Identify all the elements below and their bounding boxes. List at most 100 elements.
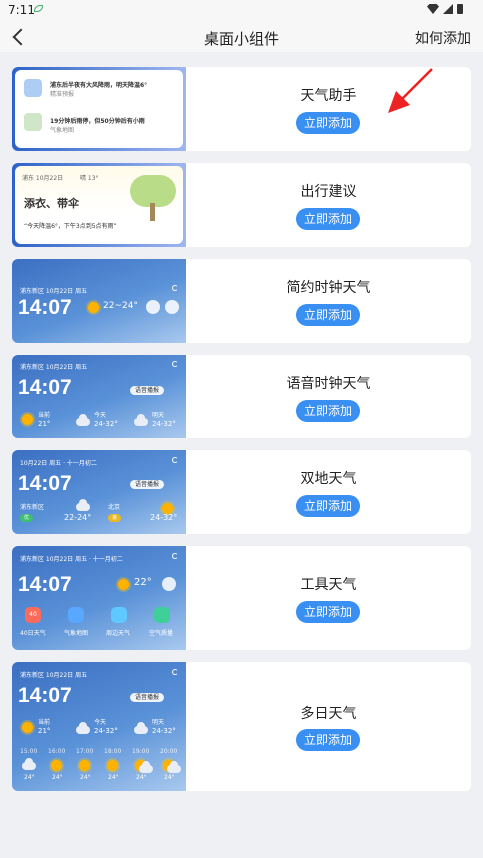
voice-broadcast-pill: 语音播报 <box>130 480 165 489</box>
preview-text: 晴 13° <box>80 175 99 182</box>
hour-temp: 24° <box>164 774 175 781</box>
wifi-icon <box>427 4 439 14</box>
widget-card-multi-day-weather: 浦东新区 10月22日 周五 14:07 语音播报 当前 21° 今天 24-3… <box>12 662 471 791</box>
preview-text: 气象地图 <box>50 127 75 134</box>
sunny-icon <box>88 302 99 313</box>
status-icons <box>427 4 463 14</box>
preview-time: 14:07 <box>18 684 72 707</box>
preview-text: 浦东新区 10月22日 周五 <box>20 672 88 679</box>
hour-temp: 24° <box>52 774 63 781</box>
day-label: 当前 <box>38 412 51 419</box>
day-temp: 24-32° <box>94 420 118 428</box>
widget-preview-dual-city: 10月22日 周五 · 十一月初二 14:07 语音播报 浦东新区 优 22-2… <box>12 450 186 534</box>
hour-time: 19:00 <box>132 748 150 755</box>
map-icon <box>24 113 42 131</box>
hour-time: 17:00 <box>76 748 94 755</box>
sunny-icon <box>118 579 129 590</box>
card-title: 语音时钟天气 <box>286 376 371 392</box>
calendar-icon <box>165 300 179 314</box>
cloudy-icon <box>139 761 153 773</box>
widget-card-travel-advice: 浦东 10月22日 晴 13° 添衣、带伞 “今天降温6°，下午3点到5点有雨”… <box>12 163 471 247</box>
refresh-icon <box>172 285 178 291</box>
tool-label: 气象地图 <box>64 630 89 637</box>
card-title: 多日天气 <box>300 706 357 722</box>
air-quality-tag: 良 <box>108 514 122 522</box>
air-quality-icon <box>154 607 170 623</box>
sunny-icon <box>22 722 33 733</box>
how-to-add-link[interactable]: 如何添加 <box>415 28 471 48</box>
preview-text: 浦东 10月22日 <box>22 175 64 182</box>
day-temp: 24-32° <box>152 420 176 428</box>
sunny-icon <box>51 760 62 771</box>
tool-label: 40日天气 <box>20 630 46 637</box>
preview-temp: 22~24° <box>103 301 138 311</box>
preview-temp: 22° <box>134 577 152 588</box>
hour-temp: 24° <box>108 774 119 781</box>
preview-text: 浦东新区 10月22日 周五 <box>20 364 88 371</box>
speaker-icon <box>146 300 160 314</box>
hour-time: 16:00 <box>48 748 66 755</box>
day-temp: 21° <box>38 727 51 735</box>
sunny-icon <box>22 414 33 425</box>
card-title: 简约时钟天气 <box>286 280 371 296</box>
hour-temp: 24° <box>80 774 91 781</box>
city-temp: 22-24° <box>64 513 92 522</box>
preview-text: 精准预报 <box>50 91 75 98</box>
add-widget-button[interactable]: 立即添加 <box>296 729 360 751</box>
day-label: 今天 <box>94 719 107 726</box>
tree-trunk <box>150 203 155 221</box>
preview-time: 14:07 <box>18 472 72 495</box>
day-temp: 24-32° <box>152 727 176 735</box>
preview-text: 浦东后半夜有大风降雨，明天降温6° <box>50 82 148 89</box>
city-temp: 24-32° <box>150 513 178 522</box>
status-bar: 7:11 <box>0 0 483 22</box>
add-widget-button[interactable]: 立即添加 <box>296 400 360 422</box>
weather-alert-icon <box>24 79 42 97</box>
preview-time: 14:07 <box>18 573 72 596</box>
battery-icon <box>457 4 463 14</box>
preview-headline: 添衣、带伞 <box>24 197 79 210</box>
add-widget-button[interactable]: 立即添加 <box>296 495 360 517</box>
add-widget-button[interactable]: 立即添加 <box>296 208 360 230</box>
day-label: 明天 <box>152 719 165 726</box>
cloudy-icon <box>22 758 36 770</box>
widget-card-simple-clock-weather: 浦东新区 10月22日 周五 14:07 22~24° 简约时钟天气 立即添加 <box>12 259 471 343</box>
tool-label: 周边天气 <box>106 630 131 637</box>
widget-preview-tool-weather: 浦东新区 10月22日 周五 · 十一月初二 14:07 22° 40 40日天… <box>12 546 186 650</box>
widget-preview-simple-clock: 浦东新区 10月22日 周五 14:07 22~24° <box>12 259 186 343</box>
page-title: 桌面小组件 <box>203 30 279 48</box>
preview-time: 14:07 <box>18 376 72 399</box>
add-widget-button[interactable]: 立即添加 <box>296 601 360 623</box>
air-quality-tag: 优 <box>20 514 34 522</box>
widget-preview-travel-advice: 浦东 10月22日 晴 13° 添衣、带伞 “今天降温6°，下午3点到5点有雨” <box>12 163 186 247</box>
add-widget-button[interactable]: 立即添加 <box>296 304 360 326</box>
hour-temp: 24° <box>24 774 35 781</box>
cloudy-icon <box>76 722 90 734</box>
add-widget-button[interactable]: 立即添加 <box>296 112 360 134</box>
highlight-arrow-icon <box>388 68 433 113</box>
refresh-icon <box>172 553 178 559</box>
card-title: 双地天气 <box>300 471 357 487</box>
card-title: 工具天气 <box>300 577 357 593</box>
preview-text: 10月22日 周五 · 十一月初二 <box>20 460 97 467</box>
hour-time: 15:00 <box>20 748 38 755</box>
preview-text: 浦东新区 10月22日 周五 <box>20 288 88 295</box>
signal-icon <box>443 4 453 14</box>
day-temp: 21° <box>38 420 51 428</box>
day-label: 明天 <box>152 412 165 419</box>
cloudy-icon <box>134 414 148 426</box>
hour-temp: 24° <box>136 774 147 781</box>
widget-preview-voice-clock: 浦东新区 10月22日 周五 14:07 语音播报 当前 21° 今天 24-3… <box>12 355 186 438</box>
sunny-icon <box>79 760 90 771</box>
weather-map-icon <box>68 607 84 623</box>
voice-broadcast-pill: 语音播报 <box>130 693 165 702</box>
hour-time: 20:00 <box>160 748 178 755</box>
widget-card-dual-city-weather: 10月22日 周五 · 十一月初二 14:07 语音播报 浦东新区 优 22-2… <box>12 450 471 534</box>
day-label: 当前 <box>38 719 51 726</box>
tool-label: 空气质量 <box>149 630 174 637</box>
card-title: 出行建议 <box>300 184 357 200</box>
preview-text: “今天降温6°，下午3点到5点有雨” <box>24 223 117 230</box>
day-label: 今天 <box>94 412 107 419</box>
voice-broadcast-pill: 语音播报 <box>130 386 165 395</box>
preview-text: 浦东新区 10月22日 周五 · 十一月初二 <box>20 556 123 563</box>
